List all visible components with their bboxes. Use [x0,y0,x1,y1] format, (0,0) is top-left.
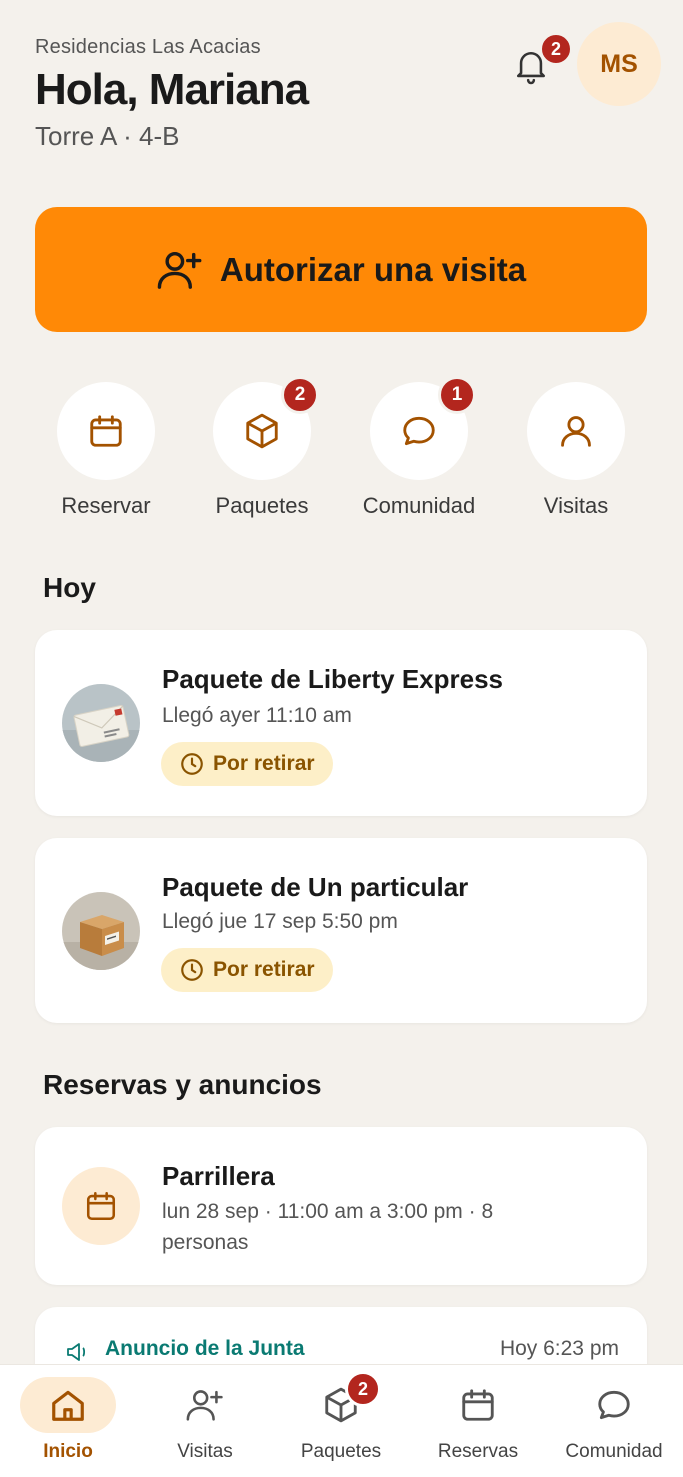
quick-action-label: Paquetes [215,493,309,518]
tab-label: Paquetes [300,1441,382,1462]
package-card[interactable]: Paquete de Liberty Express Llegó ayer 11… [35,630,647,816]
tab-bar: Inicio Visitas 2 Paquetes Reservas Comun… [0,1364,683,1477]
quick-action-label: Visitas [543,493,609,518]
package-card[interactable]: Paquete de Un particular Llegó jue 17 se… [35,838,647,1023]
unit-label: Torre A · 4-B [35,121,180,151]
greeting: Hola, Mariana [35,65,309,114]
calendar-icon [86,1191,116,1221]
calendar-icon [462,1389,494,1421]
quick-actions: Reservar 2 Paquetes 1 Comunidad Visitas [0,376,683,522]
quick-action-reservar[interactable]: Reservar [36,382,176,519]
person-icon [561,416,591,447]
package-icon [246,413,278,449]
chat-bubble-icon [403,416,435,446]
tab-label: Comunidad [565,1441,663,1462]
reservation-title: Parrillera [162,1161,275,1191]
reservation-details-cont: personas [162,1231,249,1254]
package-title: Paquete de Un particular [162,872,469,902]
person-add-icon [186,1390,223,1421]
quick-action-visitas[interactable]: Visitas [506,382,646,519]
status-badge: Por retirar [161,948,333,992]
chat-bubble-icon [598,1390,630,1420]
person-add-icon [157,251,202,289]
tab-comunidad[interactable]: Comunidad [546,1365,682,1477]
status-label: Por retirar [213,752,315,775]
notifications-button[interactable]: 2 [509,32,573,88]
tab-paquetes[interactable]: 2 Paquetes [273,1365,409,1477]
clock-icon [181,959,203,981]
package-subtitle: Llegó jue 17 sep 5:50 pm [162,910,398,933]
clock-icon [181,753,203,775]
package-subtitle: Llegó ayer 11:10 am [162,704,352,727]
tab-label: Visitas [177,1441,233,1462]
status-badge: Por retirar [161,742,333,786]
authorize-visit-label: Autorizar una visita [219,250,527,288]
tab-label: Inicio [43,1441,93,1462]
quick-action-comunidad[interactable]: 1 Comunidad [349,376,489,519]
reservation-icon [62,1167,140,1245]
package-title: Paquete de Liberty Express [162,664,504,694]
box-image [62,892,140,970]
quick-action-paquetes[interactable]: 2 Paquetes [192,376,332,519]
header: Residencias Las Acacias Hola, Mariana To… [35,22,661,166]
megaphone-icon [67,1343,86,1361]
calendar-icon [90,415,122,447]
section-title-reservations: Reservas y anuncios [43,1069,322,1100]
section-title-today: Hoy [43,572,96,603]
avatar[interactable]: MS [577,22,661,106]
tab-label: Reservas [437,1441,519,1462]
tab-reservas[interactable]: Reservas [410,1365,546,1477]
reservation-details: lun 28 sep · 11:00 am a 3:00 pm · 8 [162,1200,494,1223]
reservation-card[interactable]: Parrillera lun 28 sep · 11:00 am a 3:00 … [35,1127,647,1285]
envelope-image [62,684,140,762]
quick-action-label: Comunidad [362,493,476,518]
announcement-title: Anuncio de la Junta [105,1337,305,1360]
quick-action-label: Reservar [61,493,151,518]
home-icon [52,1390,84,1421]
status-label: Por retirar [213,958,315,981]
tab-inicio[interactable]: Inicio [0,1365,136,1477]
community-badge: 1 [438,376,476,414]
announcement-time: Hoy 6:23 pm [499,1337,619,1360]
packages-badge: 2 [281,376,319,414]
tab-visitas[interactable]: Visitas [137,1365,273,1477]
tab-badge: 2 [345,1371,381,1407]
authorize-visit-button[interactable]: Autorizar una visita [35,207,647,332]
notifications-badge: 2 [539,32,573,66]
